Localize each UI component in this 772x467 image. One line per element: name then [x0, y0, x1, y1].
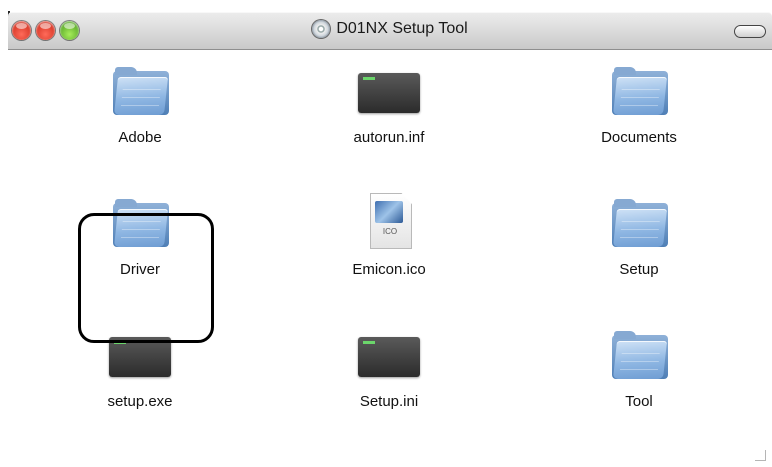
executable-file-icon [358, 73, 420, 113]
window-title: D01NX Setup Tool [336, 20, 468, 37]
icon-grid: Adobe autorun.inf Documents Driver ICO E… [8, 49, 772, 467]
folder-icon [612, 329, 668, 381]
toolbar-toggle-button[interactable] [734, 25, 766, 38]
item-adobe[interactable]: Adobe [60, 57, 220, 146]
cd-disc-icon [312, 20, 331, 38]
item-label: Setup.ini [359, 393, 419, 410]
title-bar[interactable]: D01NX Setup Tool [8, 12, 772, 50]
item-label: setup.exe [107, 393, 173, 410]
item-label: Emicon.ico [352, 261, 426, 278]
item-setup[interactable]: Setup [559, 189, 719, 278]
item-label: Tool [625, 393, 653, 410]
folder-icon [612, 197, 668, 249]
executable-file-icon [358, 337, 420, 377]
folder-icon [113, 65, 169, 117]
item-label: Documents [601, 129, 677, 146]
item-emicon-ico[interactable]: ICO Emicon.ico [309, 189, 469, 278]
executable-file-icon [109, 337, 171, 377]
item-autorun-inf[interactable]: autorun.inf [309, 57, 469, 146]
folder-icon [612, 65, 668, 117]
document-thumbnail [375, 201, 403, 223]
item-label: Adobe [118, 129, 162, 146]
selection-highlight-callout [78, 213, 214, 343]
finder-window: D01NX Setup Tool Adobe autorun.inf Docum… [0, 0, 772, 467]
item-tool[interactable]: Tool [559, 321, 719, 410]
resize-grip[interactable] [755, 450, 766, 461]
item-label: autorun.inf [353, 129, 425, 146]
file-extension-badge: ICO [382, 227, 398, 236]
item-setup-ini[interactable]: Setup.ini [309, 321, 469, 410]
item-label: Setup [619, 261, 659, 278]
item-documents[interactable]: Documents [559, 57, 719, 146]
